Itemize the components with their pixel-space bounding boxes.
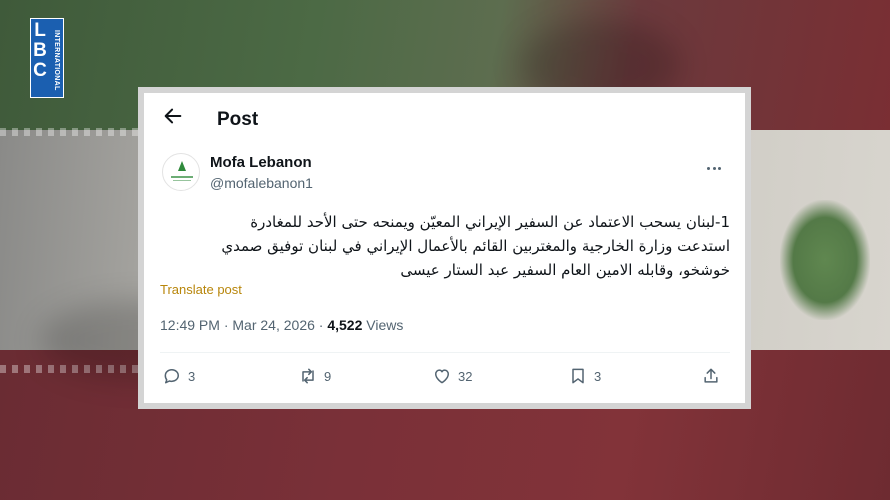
post-date[interactable]: Mar 24, 2026 bbox=[232, 317, 315, 333]
post-text: 1-لبنان يسحب الاعتماد عن السفير الإيراني… bbox=[160, 210, 730, 282]
logo-side-text: INTERNATIONAL bbox=[53, 29, 60, 91]
bookmark-button[interactable]: 3 bbox=[568, 365, 601, 387]
views-count: 4,522 bbox=[327, 317, 363, 333]
post-text-line: استدعت وزارة الخارجية والمغتربين القائم … bbox=[221, 237, 730, 255]
views-label: Views bbox=[366, 317, 404, 333]
reply-icon bbox=[164, 369, 179, 384]
heart-icon bbox=[435, 369, 449, 384]
flag-kufic-stripe bbox=[0, 128, 150, 136]
cedar-emblem bbox=[780, 200, 870, 320]
divider bbox=[160, 352, 730, 353]
cedar-icon bbox=[178, 161, 186, 171]
avatar[interactable] bbox=[162, 153, 200, 191]
like-button[interactable]: 32 bbox=[432, 365, 472, 387]
post-text-line: خوشخو، وقابله الامين العام السفير عبد ال… bbox=[400, 261, 730, 279]
author-handle[interactable]: @mofalebanon1 bbox=[210, 175, 313, 191]
logo-letters: L B C bbox=[33, 20, 47, 81]
action-bar: 3 9 32 3 bbox=[160, 365, 730, 389]
repost-icon bbox=[302, 368, 314, 384]
bookmark-icon bbox=[572, 368, 584, 384]
reply-button[interactable]: 3 bbox=[162, 365, 195, 387]
post-text-line: 1-لبنان يسحب الاعتماد عن السفير الإيراني… bbox=[250, 213, 730, 231]
lbc-logo: L B C INTERNATIONAL bbox=[30, 18, 64, 98]
back-arrow-icon[interactable] bbox=[162, 105, 184, 127]
share-icon bbox=[704, 368, 718, 383]
more-options-icon[interactable] bbox=[707, 157, 725, 170]
like-count: 32 bbox=[458, 368, 473, 384]
post-meta: 12:49 PM · Mar 24, 2026 · 4,522 Views bbox=[160, 317, 404, 333]
translate-post-link[interactable]: Translate post bbox=[160, 282, 242, 297]
post-time[interactable]: 12:49 PM bbox=[160, 317, 220, 333]
tweet-frame: Post Mofa Lebanon @mofalebanon1 1-لبنان … bbox=[138, 87, 751, 409]
page-title: Post bbox=[217, 109, 259, 130]
post-header: Post bbox=[144, 93, 745, 139]
author-name[interactable]: Mofa Lebanon bbox=[210, 154, 312, 171]
reply-count: 3 bbox=[188, 368, 196, 384]
repost-button[interactable]: 9 bbox=[298, 365, 331, 387]
share-button[interactable] bbox=[701, 365, 727, 387]
tweet-card: Post Mofa Lebanon @mofalebanon1 1-لبنان … bbox=[144, 93, 745, 403]
bookmark-count: 3 bbox=[594, 368, 602, 384]
repost-count: 9 bbox=[324, 368, 332, 384]
